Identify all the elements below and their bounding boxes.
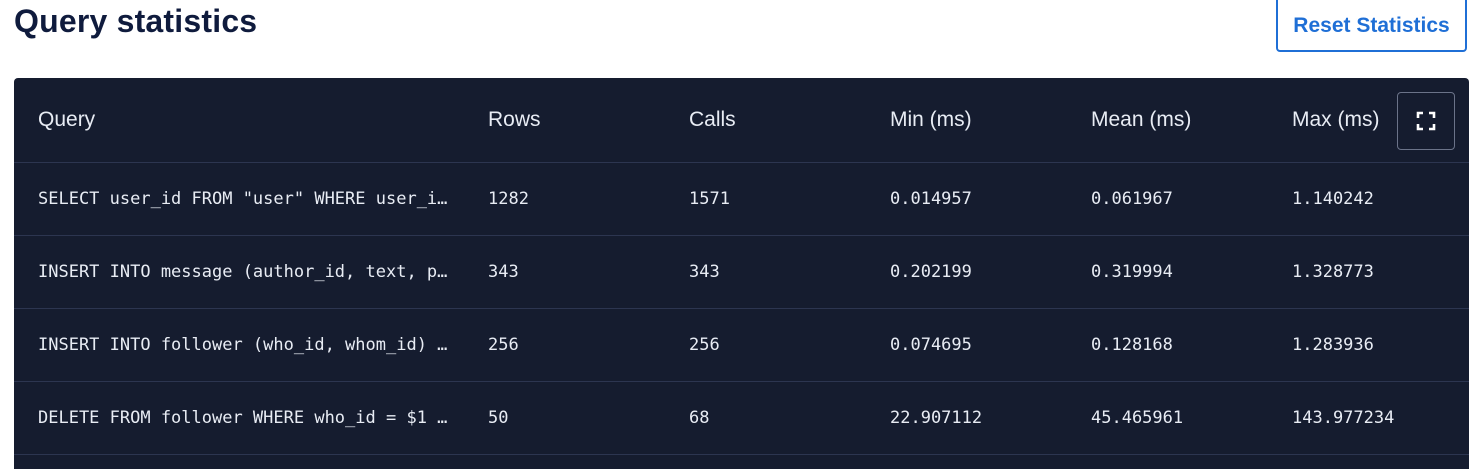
- calls-cell: 1571: [665, 162, 866, 236]
- column-header-rows: Rows: [464, 78, 665, 163]
- query-cell: SELECT user_id FROM "user" WHERE user_id…: [14, 162, 464, 236]
- table-row: SELECT user_id FROM "user" WHERE user_id…: [14, 162, 1469, 236]
- page-title: Query statistics: [14, 3, 258, 39]
- calls-cell: 343: [665, 235, 866, 309]
- fullscreen-button[interactable]: [1397, 92, 1455, 150]
- column-header-min: Min (ms): [866, 78, 1067, 163]
- rows-cell: 1282: [464, 162, 665, 236]
- max-cell: 143.977234: [1268, 381, 1469, 455]
- table-header-row: Query Rows Calls Min (ms) Mean (ms) Max …: [14, 78, 1469, 163]
- table-row: INSERT INTO follower (who_id, whom_id) V…: [14, 308, 1469, 382]
- max-cell: 1.328773: [1268, 235, 1469, 309]
- rows-cell: 50: [464, 381, 665, 455]
- min-cell: 0.074695: [866, 308, 1067, 382]
- rows-cell: 343: [464, 235, 665, 309]
- query-cell: INSERT INTO message (author_id, text, pu…: [14, 235, 464, 309]
- query-cell: INSERT INTO follower (who_id, whom_id) V…: [14, 308, 464, 382]
- mean-cell: 45.465961: [1067, 381, 1268, 455]
- mean-cell: 0.128168: [1067, 308, 1268, 382]
- mean-cell: 0.319994: [1067, 235, 1268, 309]
- max-cell: 1.283936: [1268, 308, 1469, 382]
- table-row: DELETE FROM follower WHERE who_id = $1 A…: [14, 381, 1469, 455]
- max-cell: 1.140242: [1268, 162, 1469, 236]
- table-row: INSERT INTO message (author_id, text, pu…: [14, 235, 1469, 309]
- query-statistics-table-panel: Query Rows Calls Min (ms) Mean (ms) Max …: [14, 78, 1469, 469]
- fullscreen-expand-icon: [1416, 111, 1436, 131]
- min-cell: 0.202199: [866, 235, 1067, 309]
- rows-cell: 256: [464, 308, 665, 382]
- column-header-mean: Mean (ms): [1067, 78, 1268, 163]
- column-header-calls: Calls: [665, 78, 866, 163]
- calls-cell: 256: [665, 308, 866, 382]
- calls-cell: 68: [665, 381, 866, 455]
- query-cell: DELETE FROM follower WHERE who_id = $1 A…: [14, 381, 464, 455]
- min-cell: 0.014957: [866, 162, 1067, 236]
- reset-statistics-button[interactable]: Reset Statistics: [1276, 0, 1467, 52]
- column-header-query: Query: [14, 78, 464, 163]
- query-statistics-table: Query Rows Calls Min (ms) Mean (ms) Max …: [14, 78, 1469, 455]
- mean-cell: 0.061967: [1067, 162, 1268, 236]
- min-cell: 22.907112: [866, 381, 1067, 455]
